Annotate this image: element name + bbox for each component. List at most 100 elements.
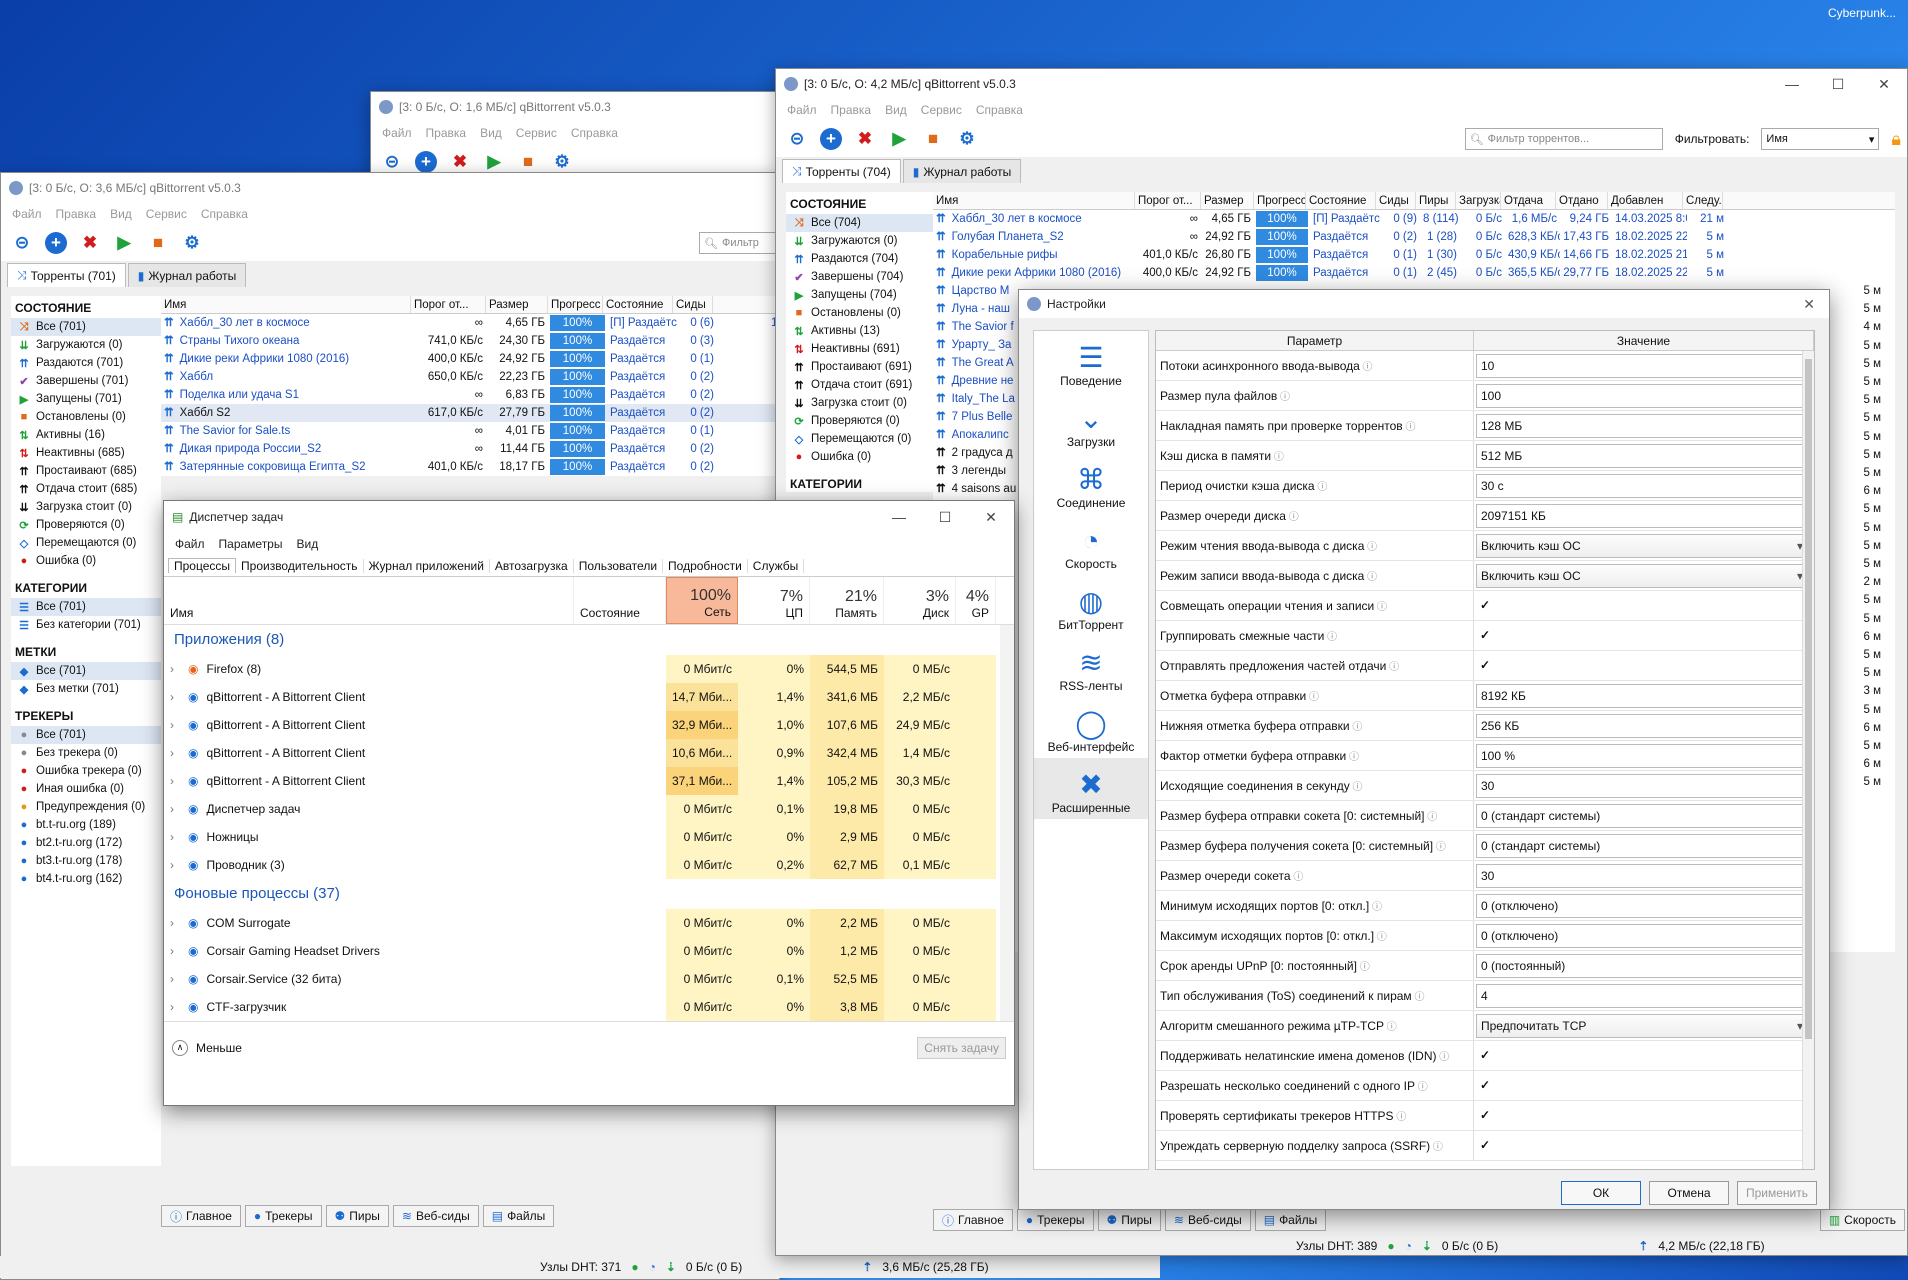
help-icon[interactable]: ⓘ xyxy=(1425,812,1437,823)
tracker-item[interactable]: ● bt2.t-ru.org (172) xyxy=(11,834,161,852)
bottom-tab[interactable]: ⓘ Главное xyxy=(933,1209,1013,1231)
tab-0[interactable]: Процессы xyxy=(168,558,237,573)
chevron-up-icon[interactable]: ∧ xyxy=(172,1039,188,1056)
bottom-tab[interactable]: ⚉ Пиры xyxy=(1097,1209,1161,1231)
status-filter-item[interactable]: ⇈ Раздаются (704) xyxy=(786,250,936,268)
status-filter-item[interactable]: ⤨ Все (701) xyxy=(11,318,161,336)
menu-item[interactable]: Правка xyxy=(49,207,104,221)
col-header[interactable]: Отдача xyxy=(1501,192,1556,209)
gear-icon[interactable]: ⚙ xyxy=(956,128,978,150)
checkbox[interactable]: ✓ xyxy=(1480,1049,1493,1062)
spin-box[interactable]: 0 (постоянный) xyxy=(1476,953,1812,978)
spin-box[interactable]: 256 КБ xyxy=(1476,713,1812,738)
menu-item[interactable]: Справка xyxy=(969,103,1030,117)
tab-6[interactable]: Службы xyxy=(748,558,805,573)
checkbox[interactable]: ✓ xyxy=(1480,629,1493,642)
chevron-right-icon[interactable]: › xyxy=(170,993,188,1021)
help-icon[interactable]: ⓘ xyxy=(1374,602,1387,613)
tracker-item[interactable]: ● Ошибка трекера (0) xyxy=(11,762,161,780)
minimize-icon[interactable]: — xyxy=(1769,76,1815,93)
tab-torrents[interactable]: ⤨ Торренты (701) xyxy=(7,263,126,287)
table-row[interactable]: ⇈ Хаббл_30 лет в космосе ∞ 4,65 ГБ 100% [П] Р… xyxy=(161,314,779,332)
menu-item[interactable]: Вид xyxy=(103,207,139,221)
col-header[interactable]: Размер xyxy=(486,296,548,313)
help-icon[interactable]: ⓘ xyxy=(1271,452,1284,463)
bottom-tab[interactable]: ▤ Файлы xyxy=(482,1205,555,1227)
process-row[interactable]: › ◉ Ножницы 0 Мбит/с 0% 2,9 МБ 0 МБ/с xyxy=(164,823,1014,851)
tab-torrents[interactable]: ⤨ Торренты (704) xyxy=(782,159,901,183)
menu-item[interactable]: Параметры xyxy=(212,537,290,551)
help-icon[interactable]: ⓘ xyxy=(1394,1112,1406,1123)
table-row[interactable]: ⇈ Поделка или удача S1 ∞ 6,83 ГБ 100% Раздаёт… xyxy=(161,386,779,404)
bottom-tab[interactable]: ≋ Веб-сиды xyxy=(392,1205,479,1227)
status-filter-item[interactable]: ⟳ Проверяются (0) xyxy=(786,412,936,430)
spin-box[interactable]: 4 xyxy=(1476,983,1812,1008)
help-icon[interactable]: ⓘ xyxy=(1386,662,1399,673)
status-filter-item[interactable]: ■ Остановлены (0) xyxy=(786,304,936,322)
table-row[interactable]: ⇈ Хаббл 650,0 КБ/с 22,23 ГБ 100% Раздаётся 0 (… xyxy=(161,368,779,386)
help-icon[interactable]: ⓘ xyxy=(1364,542,1377,553)
bottom-tab[interactable]: ▤ Файлы xyxy=(1254,1209,1327,1231)
settings-nav-item[interactable]: ⌘ Соединение xyxy=(1034,453,1148,514)
col-header[interactable]: Порог от... xyxy=(411,296,486,313)
help-icon[interactable]: ⓘ xyxy=(1374,932,1387,943)
help-icon[interactable]: ⓘ xyxy=(1306,692,1319,703)
start-icon[interactable]: ▶ xyxy=(888,128,910,150)
cancel-button[interactable]: Отмена xyxy=(1649,1181,1729,1205)
stop-icon[interactable]: ■ xyxy=(922,128,944,150)
menu-item[interactable]: Справка xyxy=(564,126,625,140)
help-icon[interactable]: ⓘ xyxy=(1277,392,1290,403)
bottom-tab[interactable]: ● Трекеры xyxy=(1016,1209,1094,1231)
col-header[interactable]: Сиды xyxy=(1376,192,1416,209)
process-row[interactable]: › ◉ COM Surrogate 0 Мбит/с 0% 2,2 МБ 0 МБ/с xyxy=(164,909,1014,937)
bottom-tab[interactable]: ● Трекеры xyxy=(244,1205,322,1227)
help-icon[interactable]: ⓘ xyxy=(1350,782,1363,793)
process-row[interactable]: › ◉ Диспетчер задач 0 Мбит/с 0,1% 19,8 МБ 0 МБ… xyxy=(164,795,1014,823)
status-filter-item[interactable]: ⇅ Неактивны (691) xyxy=(786,340,936,358)
combo-box[interactable]: Включить кэш ОС xyxy=(1476,533,1812,558)
status-filter-item[interactable]: ⟳ Проверяются (0) xyxy=(11,516,161,534)
add-icon[interactable]: + xyxy=(415,151,437,173)
col-header[interactable]: Имя xyxy=(161,296,411,313)
checkbox[interactable]: ✓ xyxy=(1480,659,1493,672)
help-icon[interactable]: ⓘ xyxy=(1412,992,1424,1003)
close-icon[interactable]: ✕ xyxy=(968,509,1014,526)
col-state[interactable]: Состояние xyxy=(574,577,666,624)
spin-box[interactable]: 100 xyxy=(1476,383,1812,408)
tab-speed[interactable]: ▥ Скорость xyxy=(1819,1209,1905,1231)
add-icon[interactable]: + xyxy=(820,128,842,150)
link-icon[interactable]: ⊝ xyxy=(786,128,808,150)
maximize-icon[interactable]: ☐ xyxy=(922,509,968,526)
speed-limit-icon[interactable]: ◔ xyxy=(649,1260,656,1274)
tab-5[interactable]: Подробности xyxy=(663,558,748,573)
col-header[interactable]: Добавлен xyxy=(1608,192,1683,209)
status-filter-item[interactable]: ✔ Завершены (704) xyxy=(786,268,936,286)
menu-item[interactable]: Сервис xyxy=(509,126,564,140)
tag-item[interactable]: ◆ Все (701) xyxy=(11,662,161,680)
delete-icon[interactable]: ✖ xyxy=(854,128,876,150)
filter-select[interactable]: Имя ▾ xyxy=(1761,128,1880,150)
status-filter-item[interactable]: ⇈ Простаивают (691) xyxy=(786,358,936,376)
stop-icon[interactable]: ■ xyxy=(147,232,169,254)
chevron-right-icon[interactable]: › xyxy=(170,851,188,879)
help-icon[interactable]: ⓘ xyxy=(1430,1142,1443,1153)
menu-item[interactable]: Вид xyxy=(473,126,509,140)
close-icon[interactable]: ✕ xyxy=(1803,296,1815,313)
status-filter-item[interactable]: ◇ Перемещаются (0) xyxy=(786,430,936,448)
help-icon[interactable]: ⓘ xyxy=(1415,1082,1428,1093)
col-header[interactable]: Состояние xyxy=(603,296,673,313)
spin-box[interactable]: 100 % xyxy=(1476,743,1812,768)
status-filter-item[interactable]: ⇅ Активны (13) xyxy=(786,322,936,340)
status-filter-item[interactable]: ⇅ Неактивны (685) xyxy=(11,444,161,462)
status-filter-item[interactable]: ▶ Запущены (704) xyxy=(786,286,936,304)
process-row[interactable]: › ◉ Firefox (8) 0 Мбит/с 0% 544,5 МБ 0 МБ/с xyxy=(164,655,1014,683)
help-icon[interactable]: ⓘ xyxy=(1286,512,1299,523)
chevron-right-icon[interactable]: › xyxy=(170,767,188,795)
link-icon[interactable]: ⊝ xyxy=(11,232,33,254)
filter-input[interactable]: 🔍︎ Фильтр торрентов... xyxy=(1464,128,1663,150)
scrollbar[interactable] xyxy=(1802,351,1814,1169)
combo-box[interactable]: Предпочитать TCP xyxy=(1476,1013,1812,1038)
col-header[interactable]: Отдано xyxy=(1556,192,1608,209)
close-icon[interactable]: ✕ xyxy=(1861,76,1907,93)
stop-icon[interactable]: ■ xyxy=(517,151,539,173)
